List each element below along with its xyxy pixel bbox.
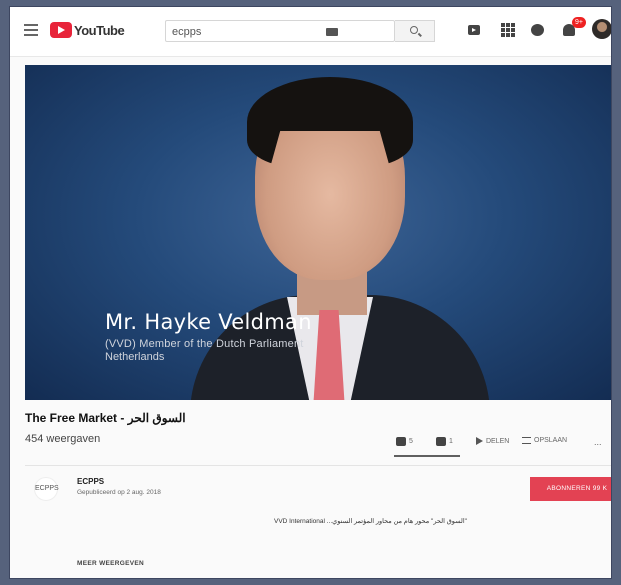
share-button[interactable]: DELEN	[476, 437, 509, 445]
thumbs-down-icon	[436, 437, 446, 446]
search-input[interactable]	[172, 24, 352, 39]
search-icon	[410, 26, 418, 34]
video-title: The Free Market - السوق الحر	[25, 411, 186, 425]
top-bar: YouTube 9+	[10, 7, 611, 57]
thumbs-up-icon	[396, 437, 406, 446]
youtube-logo[interactable]: YouTube	[50, 21, 125, 39]
view-count: 454 weergaven	[25, 433, 101, 445]
subscribe-button[interactable]: ABONNEREN 99 K	[530, 477, 611, 501]
search-button[interactable]	[395, 20, 435, 42]
channel-avatar[interactable]: ECPPS	[34, 477, 59, 501]
hamburger-menu-icon[interactable]	[24, 24, 38, 36]
show-more-link[interactable]: MEER WEERGEVEN	[77, 560, 144, 567]
account-avatar[interactable]	[592, 19, 611, 39]
more-actions-button[interactable]: ...	[594, 437, 602, 447]
save-label: OPSLAAN	[534, 437, 568, 444]
playlist-add-icon	[522, 437, 531, 444]
notification-badge: 9+	[572, 17, 586, 28]
share-label: DELEN	[486, 437, 510, 445]
like-button[interactable]: 5	[396, 437, 413, 446]
like-count: 5	[409, 438, 413, 445]
divider	[25, 465, 611, 466]
share-icon	[476, 437, 483, 445]
save-button[interactable]: OPSLAAN	[522, 437, 567, 444]
publish-date: Gepubliceerd op 2 aug. 2018	[77, 489, 161, 496]
speaker-name: Mr. Hayke Veldman	[105, 310, 312, 334]
video-player[interactable]: Mr. Hayke Veldman (VVD) Member of the Du…	[25, 65, 611, 400]
messages-icon[interactable]	[530, 22, 546, 38]
like-ratio-bar	[394, 455, 460, 457]
play-logo-icon	[50, 22, 72, 38]
upload-video-icon[interactable]	[468, 22, 484, 38]
video-actions: 5 1 DELEN OPSLAAN ...	[380, 433, 611, 457]
browser-frame: YouTube 9+ Mr. Hayke Veldman (VVD) Membe…	[9, 6, 612, 579]
apps-grid-icon[interactable]	[500, 22, 516, 38]
speaker-role: (VVD) Member of the Dutch Parliament	[105, 338, 304, 350]
channel-name[interactable]: ECPPS	[77, 477, 104, 486]
keyboard-icon[interactable]	[326, 28, 338, 36]
dislike-button[interactable]: 1	[436, 437, 453, 446]
more-icon: ...	[594, 437, 602, 447]
search-box[interactable]	[165, 20, 395, 42]
video-description: "السوق الحر" محور هام من محاور المؤتمر ا…	[273, 518, 467, 525]
logo-text: YouTube	[74, 22, 125, 38]
speaker-country: Netherlands	[105, 351, 165, 363]
lower-third-caption: Mr. Hayke Veldman (VVD) Member of the Du…	[105, 310, 312, 363]
dislike-count: 1	[449, 438, 453, 445]
